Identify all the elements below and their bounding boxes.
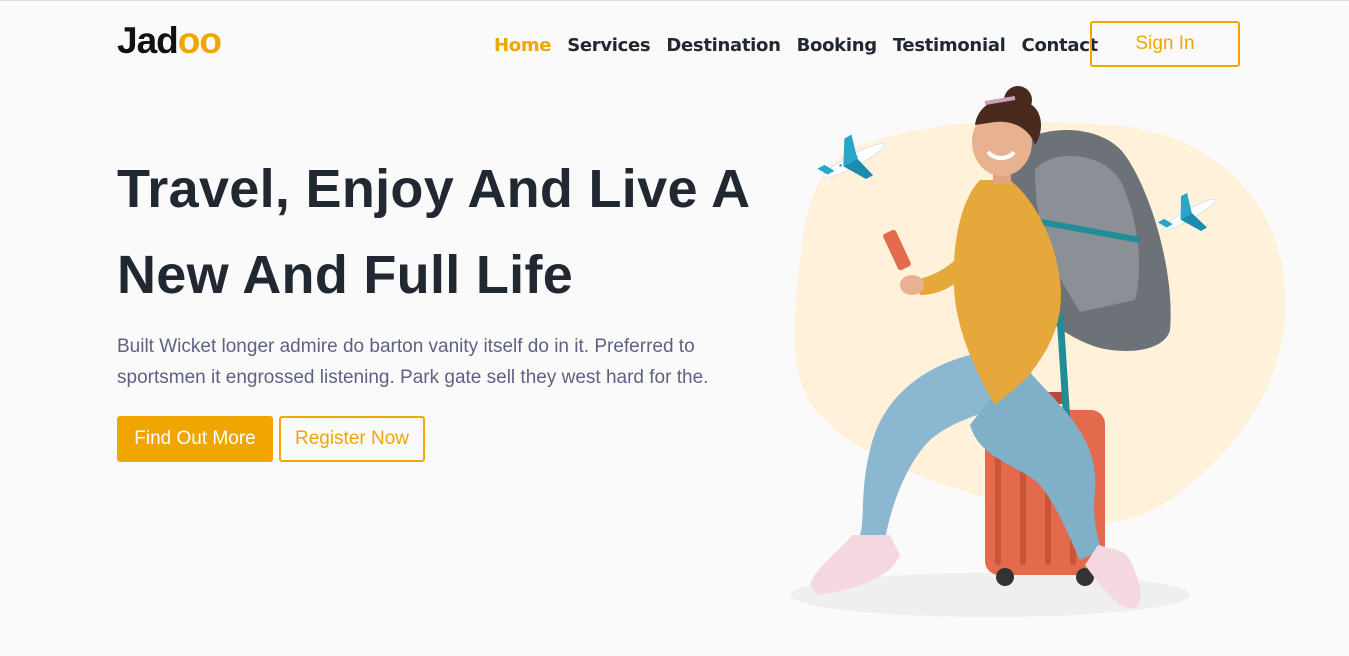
- hero-illustration: [780, 80, 1300, 640]
- hero-headline-line-1: Travel, Enjoy And Live A: [117, 159, 751, 219]
- logo-prefix: Jad: [117, 20, 179, 61]
- nav-item-booking[interactable]: Booking: [797, 33, 878, 59]
- nav-item-testimonial[interactable]: Testimonial: [893, 33, 1006, 59]
- find-out-more-button[interactable]: Find Out More: [117, 416, 273, 462]
- nav-item-contact[interactable]: Contact: [1022, 33, 1099, 59]
- main-nav: Home Services Destination Booking Testim…: [494, 33, 1114, 59]
- register-now-button[interactable]: Register Now: [279, 416, 425, 462]
- nav-item-services[interactable]: Services: [567, 33, 650, 59]
- hero-headline-line-2: New And Full Life: [117, 245, 574, 305]
- nav-item-home[interactable]: Home: [494, 33, 552, 59]
- nav-item-destination[interactable]: Destination: [666, 33, 781, 59]
- brand-logo[interactable]: Jadoo: [117, 18, 222, 64]
- logo-suffix: oo: [177, 20, 222, 61]
- top-divider: [0, 0, 1349, 1]
- hero-headline: Travel, Enjoy And Live A New And Full Li…: [117, 146, 807, 318]
- hero-subtitle: Built Wicket longer admire do barton van…: [117, 336, 709, 388]
- sign-in-button[interactable]: Sign In: [1090, 21, 1240, 67]
